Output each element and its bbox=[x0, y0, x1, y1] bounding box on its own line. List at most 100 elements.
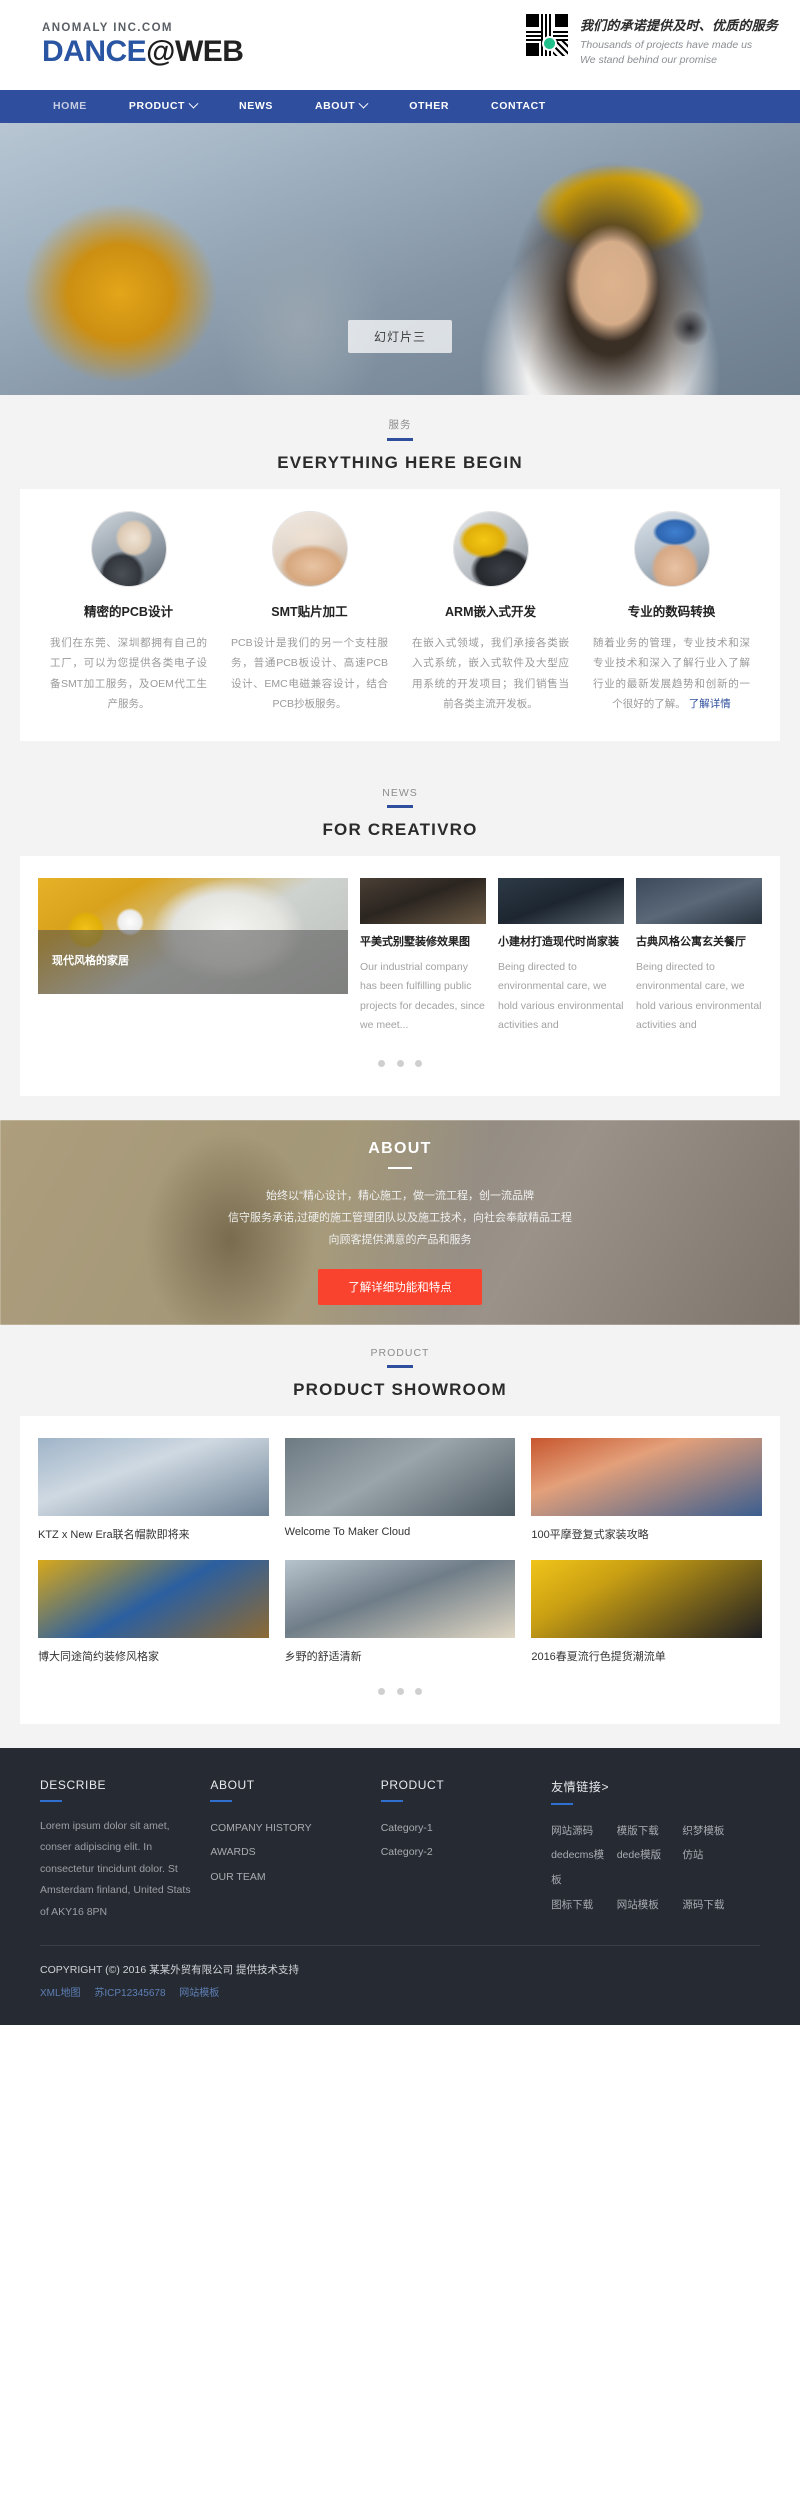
service-item[interactable]: SMT贴片加工 PCB设计是我们的另一个支柱服务，普通PCB板设计、高速PCB设… bbox=[219, 511, 400, 715]
news-subtitle: NEWS bbox=[382, 786, 418, 799]
friendlink-item[interactable]: 源码下载 bbox=[682, 1893, 744, 1918]
brand-part-2: WEB bbox=[174, 35, 244, 69]
news-item-title: 小建材打造现代时尚家装 bbox=[498, 935, 619, 948]
footer-heading-rule bbox=[210, 1799, 233, 1802]
product-caption: 2016春夏流行色提货潮流单 bbox=[531, 1650, 666, 1663]
about-content: ABOUT 始终以"精心设计，精心施工，做一流工程，创一流品牌 信守服务承诺,过… bbox=[228, 1140, 572, 1305]
footer-describe-text: Lorem ipsum dolor sit amet, conser adipi… bbox=[40, 1819, 191, 1918]
footer-link-category-2[interactable]: Category-2 bbox=[381, 1840, 535, 1865]
nav-item-home[interactable]: HOME bbox=[32, 90, 108, 123]
friendlink-item[interactable]: 图标下载 bbox=[551, 1893, 613, 1918]
news-featured[interactable]: 现代风格的家居 bbox=[38, 877, 348, 994]
header-promo-text: 我们的承诺提供及时、优质的服务 Thousands of projects ha… bbox=[580, 14, 778, 68]
footer-heading-friendlinks: 友情链接> bbox=[551, 1779, 610, 1794]
friendlink-item[interactable]: 织梦模板 bbox=[682, 1819, 744, 1844]
carousel-dot[interactable] bbox=[378, 1687, 386, 1695]
service-item[interactable]: ARM嵌入式开发 在嵌入式领域，我们承接各类嵌入式系统，嵌入式软件及大型应用系统… bbox=[400, 511, 581, 715]
about-cta-button[interactable]: 了解详细功能和特点 bbox=[318, 1268, 482, 1305]
services-section: 服务 EVERYTHING HERE BEGIN 精密的PCB设计 我们在东莞、… bbox=[0, 395, 800, 765]
products-card: KTZ x New Era联名帽款即将来 Welcome To Maker Cl… bbox=[20, 1415, 780, 1724]
service-title: SMT贴片加工 bbox=[271, 605, 348, 619]
news-heading: NEWS FOR CREATIVRO bbox=[0, 787, 800, 840]
footer-heading-rule bbox=[40, 1799, 62, 1802]
site-footer: DESCRIBE Lorem ipsum dolor sit amet, con… bbox=[0, 1747, 800, 2026]
service-readmore-link[interactable]: 了解详情 bbox=[689, 698, 731, 710]
about-line-3: 向顾客提供满意的产品和服务 bbox=[328, 1233, 472, 1246]
footer-link-website-template[interactable]: 网站模板 bbox=[179, 1988, 219, 1999]
product-item[interactable]: Welcome To Maker Cloud bbox=[284, 1437, 516, 1542]
services-heading: 服务 EVERYTHING HERE BEGIN bbox=[0, 417, 800, 473]
brand-wordmark: DANCE@WEB bbox=[42, 35, 244, 69]
products-title: PRODUCT SHOWROOM bbox=[293, 1379, 507, 1399]
friendlink-item[interactable]: 网站模板 bbox=[617, 1893, 679, 1918]
news-carousel-dots bbox=[38, 1056, 762, 1070]
nav-item-product[interactable]: PRODUCT bbox=[108, 90, 218, 123]
footer-bottom-links: XML地图 苏ICP12345678 网站模板 bbox=[40, 1984, 760, 1999]
news-thumbnail bbox=[360, 877, 486, 924]
friendlink-item[interactable]: 模版下载 bbox=[617, 1819, 679, 1844]
service-item[interactable]: 精密的PCB设计 我们在东莞、深圳都拥有自己的工厂，可以为您提供各类电子设备SM… bbox=[38, 511, 219, 715]
footer-heading-rule bbox=[380, 1799, 403, 1802]
carousel-dot[interactable] bbox=[396, 1059, 404, 1067]
news-item-text: Being directed to environmental care, we… bbox=[498, 960, 624, 1032]
nav-label-news: NEWS bbox=[239, 100, 273, 112]
hero-slider[interactable]: 幻灯片三 bbox=[0, 123, 800, 395]
carousel-dot[interactable] bbox=[378, 1059, 386, 1067]
nav-label-other: OTHER bbox=[409, 100, 450, 112]
nav-item-about[interactable]: ABOUT bbox=[294, 90, 388, 123]
about-rule bbox=[388, 1166, 412, 1169]
footer-link-our-team[interactable]: OUR TEAM bbox=[210, 1865, 364, 1890]
news-item[interactable]: 古典风格公寓玄关餐厅 Being directed to environment… bbox=[636, 877, 762, 1036]
site-header: ANOMALY INC.COM DANCE@WEB 我们的承诺提供及时、优质的服… bbox=[0, 0, 800, 90]
hero-slide-label[interactable]: 幻灯片三 bbox=[347, 320, 453, 353]
service-title: ARM嵌入式开发 bbox=[445, 605, 536, 619]
news-item-text: Being directed to environmental care, we… bbox=[636, 960, 762, 1032]
product-image bbox=[38, 1437, 269, 1516]
section-rule bbox=[387, 804, 413, 808]
footer-spacer bbox=[40, 1999, 760, 2025]
section-rule bbox=[387, 1364, 413, 1368]
about-line-2: 信守服务承诺,过硬的施工管理团队以及施工技术，向社会奉献精品工程 bbox=[227, 1211, 573, 1224]
nav-item-news[interactable]: NEWS bbox=[218, 90, 294, 123]
product-item[interactable]: KTZ x New Era联名帽款即将来 bbox=[38, 1437, 269, 1542]
service-image bbox=[90, 511, 167, 587]
services-subtitle: 服务 bbox=[388, 419, 412, 431]
nav-item-other[interactable]: OTHER bbox=[388, 90, 470, 123]
footer-link-icp[interactable]: 苏ICP12345678 bbox=[94, 1988, 165, 1999]
footer-link-company-history[interactable]: COMPANY HISTORY bbox=[210, 1816, 364, 1841]
friendlink-item[interactable]: 网站源码 bbox=[551, 1819, 613, 1844]
friendlink-item[interactable]: dedecms模板 bbox=[551, 1843, 613, 1892]
section-rule bbox=[387, 438, 413, 441]
footer-column-about: ABOUT COMPANY HISTORY AWARDS OUR TEAM bbox=[210, 1778, 380, 1924]
hero-image bbox=[0, 123, 800, 395]
footer-link-category-1[interactable]: Category-1 bbox=[381, 1816, 535, 1841]
friendlink-item[interactable]: 仿站 bbox=[682, 1843, 744, 1892]
brand-tagline-small: ANOMALY INC.COM bbox=[42, 21, 173, 34]
about-title: ABOUT bbox=[368, 1139, 432, 1157]
footer-link-xml-sitemap[interactable]: XML地图 bbox=[40, 1988, 81, 1999]
carousel-dot[interactable] bbox=[396, 1687, 404, 1695]
nav-item-contact[interactable]: CONTACT bbox=[470, 90, 567, 123]
carousel-dot[interactable] bbox=[414, 1687, 422, 1695]
service-image bbox=[452, 511, 529, 587]
product-item[interactable]: 2016春夏流行色提货潮流单 bbox=[531, 1559, 762, 1664]
news-item[interactable]: 小建材打造现代时尚家装 Being directed to environmen… bbox=[498, 877, 624, 1036]
carousel-dot[interactable] bbox=[414, 1059, 422, 1067]
brand-logo[interactable]: ANOMALY INC.COM DANCE@WEB bbox=[42, 21, 244, 69]
footer-link-awards[interactable]: AWARDS bbox=[210, 1840, 364, 1865]
news-item[interactable]: 平美式别墅装修效果图 Our industrial company has be… bbox=[360, 877, 486, 1036]
product-item[interactable]: 乡野的舒适清新 bbox=[284, 1559, 516, 1664]
news-grid: 现代风格的家居 平美式别墅装修效果图 Our industrial compan… bbox=[38, 877, 762, 1036]
friendlinks-grid: 网站源码 模版下载 织梦模板 dedecms模板 dede模版 仿站 图标下载 … bbox=[551, 1819, 744, 1918]
product-item[interactable]: 100平摩登复式家装攻略 bbox=[531, 1437, 762, 1542]
news-featured-caption: 现代风格的家居 bbox=[38, 929, 348, 994]
products-grid: KTZ x New Era联名帽款即将来 Welcome To Maker Cl… bbox=[38, 1437, 762, 1664]
footer-columns: DESCRIBE Lorem ipsum dolor sit amet, con… bbox=[40, 1778, 760, 1924]
service-title: 精密的PCB设计 bbox=[84, 605, 173, 619]
product-item[interactable]: 博大同途简约装修风格家 bbox=[38, 1559, 269, 1664]
service-item[interactable]: 专业的数码转换 随着业务的管理，专业技术和深专业技术和深入了解行业入了解行业的最… bbox=[581, 511, 762, 715]
friendlink-item[interactable]: dede模版 bbox=[617, 1843, 679, 1892]
about-band: ABOUT 始终以"精心设计，精心施工，做一流工程，创一流品牌 信守服务承诺,过… bbox=[0, 1119, 800, 1325]
nav-label-home: HOME bbox=[53, 100, 87, 112]
footer-copyright: COPYRIGHT (©) 2016 某某外贸有限公司 提供技术支持 bbox=[40, 1964, 299, 1977]
